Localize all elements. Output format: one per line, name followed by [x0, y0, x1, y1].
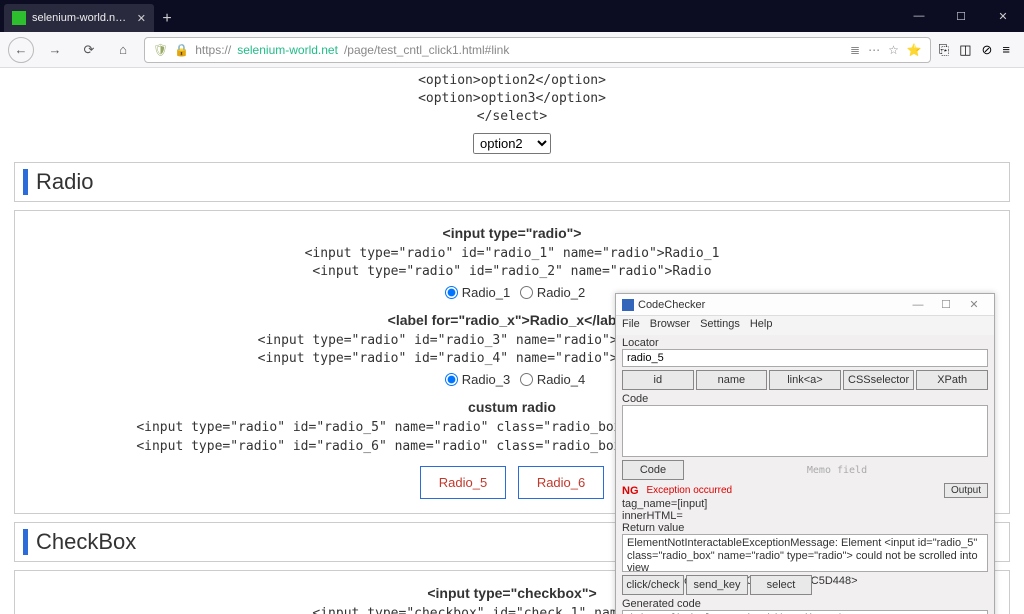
library-icon[interactable]: ⎘ — [939, 42, 949, 58]
menu-browser[interactable]: Browser — [650, 318, 690, 333]
hamburger-menu-icon[interactable]: ≡ — [1002, 42, 1010, 58]
radio5-custom-button[interactable]: Radio_5 — [420, 466, 506, 499]
nav-back-button[interactable]: ← — [8, 37, 34, 63]
radio3-input[interactable] — [445, 373, 458, 386]
radio2-code: <input type="radio" id="radio_2" name="r… — [19, 263, 1005, 281]
window-minimize[interactable]: — — [898, 0, 940, 32]
memo-placeholder: Memo field — [686, 465, 988, 476]
link-button[interactable]: link<a> — [769, 370, 841, 390]
returnvalue-label: Return value — [622, 522, 988, 534]
send-key-button[interactable]: send_key — [686, 575, 748, 595]
menu-help[interactable]: Help — [750, 318, 773, 333]
account-icon[interactable]: ⊘ — [982, 42, 993, 58]
radio2-label[interactable]: Radio_2 — [514, 285, 585, 300]
codechecker-titlebar[interactable]: CodeChecker — ☐ ✕ — [616, 294, 994, 316]
codechecker-window[interactable]: CodeChecker — ☐ ✕ File Browser Settings … — [615, 293, 995, 614]
locator-label: Locator — [622, 337, 988, 349]
select-close-code: </select> — [8, 108, 1016, 126]
address-bar: ← → ⟳ ⌂ 🛡 🔒 https:// selenium-world.net/p… — [0, 32, 1024, 68]
radio3-label[interactable]: Radio_3 — [439, 372, 510, 387]
nav-home-button[interactable]: ⌂ — [110, 37, 136, 63]
app-icon — [622, 299, 634, 311]
toolbar-right: ⎘ ◫ ⊘ ≡ — [939, 42, 1016, 58]
reader-icon[interactable]: ≣ — [850, 43, 860, 57]
lock-icon: 🔒 — [174, 43, 189, 57]
tagname-label: tag_name=[input] — [622, 498, 988, 510]
tab-favicon — [12, 11, 26, 25]
url-protocol: https:// — [195, 43, 231, 57]
url-input[interactable]: 🛡 🔒 https:// selenium-world.net/page/test… — [144, 37, 931, 63]
browser-tab[interactable]: selenium-world.net/page/test… ✕ — [4, 4, 154, 32]
radio6-custom-button[interactable]: Radio_6 — [518, 466, 604, 499]
cc-minimize[interactable]: — — [904, 299, 932, 311]
generated-code-label: Generated code — [622, 598, 988, 610]
name-button[interactable]: name — [696, 370, 768, 390]
code-label: Code — [622, 393, 988, 405]
code-textarea[interactable] — [622, 405, 988, 457]
tab-close-icon[interactable]: ✕ — [137, 12, 146, 25]
locator-input[interactable] — [622, 349, 988, 367]
locator-strategy-row: id name link<a> CSSselector XPath — [622, 370, 988, 390]
menu-file[interactable]: File — [622, 318, 640, 333]
radio1-code: <input type="radio" id="radio_1" name="r… — [19, 245, 1005, 263]
innerhtml-label: innerHTML= — [622, 510, 988, 522]
id-button[interactable]: id — [622, 370, 694, 390]
url-host: selenium-world.net — [237, 43, 338, 57]
menu-dots-icon[interactable]: ⋯ — [868, 43, 880, 57]
status-ng: NG — [622, 485, 639, 497]
shield-icon: 🛡 — [153, 43, 168, 57]
returnvalue-box: ElementNotInteractableExceptionMessage: … — [622, 534, 988, 572]
radio4-input[interactable] — [520, 373, 533, 386]
radio-heading: Radio — [23, 169, 1001, 195]
page-viewport: <option>option2</option> <option>option3… — [0, 68, 1024, 614]
menu-settings[interactable]: Settings — [700, 318, 740, 333]
nav-reload-button[interactable]: ⟳ — [76, 37, 102, 63]
star-icon[interactable]: ☆ — [888, 43, 899, 57]
cc-maximize[interactable]: ☐ — [932, 298, 960, 311]
tab-title: selenium-world.net/page/test… — [32, 12, 131, 24]
radio1-input[interactable] — [445, 286, 458, 299]
xpath-button[interactable]: XPath — [916, 370, 988, 390]
action-row: click/check send_key select — [622, 575, 988, 595]
status-exception: Exception occurred — [647, 485, 733, 496]
option3-code: <option>option3</option> — [8, 90, 1016, 108]
radio-section: Radio — [14, 162, 1010, 202]
radio2-input[interactable] — [520, 286, 533, 299]
radio4-label[interactable]: Radio_4 — [514, 372, 585, 387]
url-path: /page/test_cntl_click1.html#link — [344, 43, 509, 57]
titlebar: selenium-world.net/page/test… ✕ + — ☐ ✕ — [0, 0, 1024, 32]
window-controls: — ☐ ✕ — [898, 0, 1024, 32]
codechecker-title: CodeChecker — [638, 299, 904, 311]
new-tab-button[interactable]: + — [154, 6, 180, 32]
pocket-icon[interactable]: ⭐ — [907, 43, 922, 57]
radio-sub1: <input type="radio"> — [19, 225, 1005, 241]
sidebar-toggle-icon[interactable]: ◫ — [959, 42, 971, 58]
code-run-button[interactable]: Code — [622, 460, 684, 480]
cc-close[interactable]: ✕ — [960, 298, 988, 311]
codechecker-menubar: File Browser Settings Help — [616, 316, 994, 335]
select-button[interactable]: select — [750, 575, 812, 595]
radio1-label[interactable]: Radio_1 — [439, 285, 510, 300]
option2-code: <option>option2</option> — [8, 72, 1016, 90]
css-button[interactable]: CSSselector — [843, 370, 915, 390]
option-select[interactable]: option2 — [473, 133, 551, 154]
click-check-button[interactable]: click/check — [622, 575, 684, 595]
window-maximize[interactable]: ☐ — [940, 0, 982, 32]
window-close[interactable]: ✕ — [982, 0, 1024, 32]
nav-forward-button[interactable]: → — [42, 37, 68, 63]
output-button[interactable]: Output — [944, 483, 988, 498]
generated-code-output[interactable]: driver.find_element_by_id('radio_5') — [622, 610, 988, 614]
